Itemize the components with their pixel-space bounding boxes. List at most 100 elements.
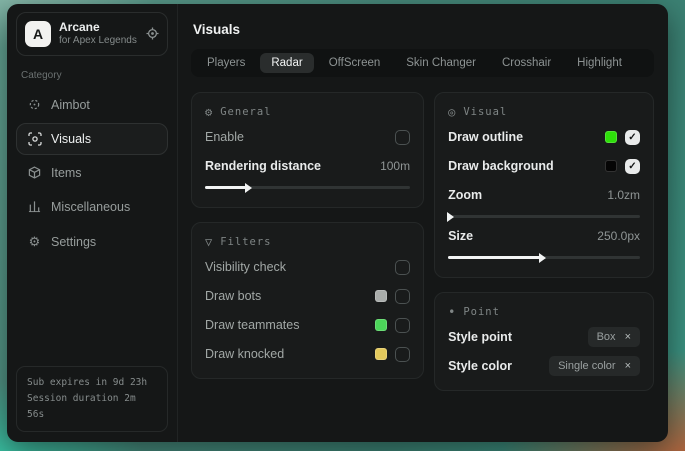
check-icon: ✓ xyxy=(628,161,636,172)
page-title: Visuals xyxy=(193,22,652,37)
draw-teammates-color-swatch[interactable] xyxy=(375,319,387,331)
style-point-value: Box xyxy=(597,331,616,343)
filters-panel-header: ▽ Filters xyxy=(205,235,410,249)
left-column: ⚙ General Enable Rendering distance 100m xyxy=(191,92,424,379)
rendering-distance-slider[interactable] xyxy=(205,186,410,189)
sidebar-nav: Aimbot Visuals Items xyxy=(16,89,168,259)
settings-gear-icon: ⚙ xyxy=(27,234,42,250)
main-content: Visuals Players Radar OffScreen Skin Cha… xyxy=(178,4,668,442)
zoom-value: 1.0zm xyxy=(607,188,640,202)
app-subtitle: for Apex Legends xyxy=(59,35,138,48)
general-panel: ⚙ General Enable Rendering distance 100m xyxy=(191,92,424,208)
visual-panel: ◎ Visual Draw outline ✓ Draw background … xyxy=(434,92,654,278)
draw-bots-checkbox[interactable] xyxy=(395,289,410,304)
size-slider[interactable] xyxy=(448,256,640,259)
tab-highlight[interactable]: Highlight xyxy=(566,53,633,73)
general-panel-header: ⚙ General xyxy=(205,105,410,119)
draw-outline-row: Draw outline ✓ xyxy=(448,125,640,149)
app-logo: A xyxy=(25,21,51,47)
panel-title: Filters xyxy=(220,236,271,248)
draw-outline-checkbox[interactable]: ✓ xyxy=(625,130,640,145)
zoom-slider[interactable] xyxy=(448,215,640,218)
items-cube-icon xyxy=(27,166,42,179)
sidebar-item-items[interactable]: Items xyxy=(16,157,168,189)
style-point-select[interactable]: Box × xyxy=(588,327,640,347)
draw-background-row: Draw background ✓ xyxy=(448,154,640,178)
sidebar-item-visuals[interactable]: Visuals xyxy=(16,123,168,155)
draw-background-label: Draw background xyxy=(448,159,554,173)
style-color-row: Style color Single color × xyxy=(448,354,640,378)
style-point-row: Style point Box × xyxy=(448,325,640,349)
close-icon[interactable]: × xyxy=(625,360,631,372)
draw-outline-label: Draw outline xyxy=(448,130,523,144)
enable-checkbox[interactable] xyxy=(395,130,410,145)
panel-title: Point xyxy=(463,306,500,318)
filters-panel: ▽ Filters Visibility check Draw bots xyxy=(191,222,424,379)
slider-thumb[interactable] xyxy=(539,253,546,263)
zoom-row: Zoom 1.0zm xyxy=(448,183,640,207)
enable-label: Enable xyxy=(205,130,244,144)
brand-text: Arcane for Apex Legends xyxy=(59,20,138,48)
style-color-select[interactable]: Single color × xyxy=(549,356,640,376)
style-point-label: Style point xyxy=(448,330,512,344)
sidebar-item-label: Aimbot xyxy=(51,98,90,112)
sidebar-item-label: Miscellaneous xyxy=(51,200,130,214)
sidebar-item-label: Settings xyxy=(51,235,96,249)
category-label: Category xyxy=(21,70,163,81)
point-panel-header: • Point xyxy=(448,305,640,319)
slider-thumb[interactable] xyxy=(245,183,252,193)
draw-knocked-checkbox[interactable] xyxy=(395,347,410,362)
sidebar: A Arcane for Apex Legends Category Aimbo… xyxy=(7,4,178,442)
visual-panel-header: ◎ Visual xyxy=(448,105,640,119)
draw-knocked-color-swatch[interactable] xyxy=(375,348,387,360)
check-icon: ✓ xyxy=(628,132,636,143)
draw-teammates-label: Draw teammates xyxy=(205,318,299,332)
eye-icon: ◎ xyxy=(448,105,456,119)
tab-radar[interactable]: Radar xyxy=(260,53,313,73)
draw-bots-color-swatch[interactable] xyxy=(375,290,387,302)
sidebar-item-label: Items xyxy=(51,166,82,180)
draw-outline-color-swatch[interactable] xyxy=(605,131,617,143)
funnel-icon: ▽ xyxy=(205,235,213,249)
tab-crosshair[interactable]: Crosshair xyxy=(491,53,562,73)
tab-skin-changer[interactable]: Skin Changer xyxy=(395,53,487,73)
sidebar-item-settings[interactable]: ⚙ Settings xyxy=(16,225,168,259)
rendering-distance-label: Rendering distance xyxy=(205,159,321,173)
sidebar-item-aimbot[interactable]: Aimbot xyxy=(16,89,168,121)
enable-row: Enable xyxy=(205,125,410,149)
sidebar-item-label: Visuals xyxy=(51,132,91,146)
misc-columns-icon xyxy=(27,200,42,213)
draw-teammates-checkbox[interactable] xyxy=(395,318,410,333)
zoom-label: Zoom xyxy=(448,188,482,202)
style-color-value: Single color xyxy=(558,360,615,372)
draw-bots-row: Draw bots xyxy=(205,284,410,308)
panel-title: General xyxy=(220,106,271,118)
size-value: 250.0px xyxy=(597,229,640,243)
visuals-scan-icon xyxy=(27,132,42,146)
aimbot-crosshair-icon xyxy=(27,98,42,111)
draw-knocked-label: Draw knocked xyxy=(205,347,284,361)
tab-offscreen[interactable]: OffScreen xyxy=(318,53,392,73)
size-label: Size xyxy=(448,229,473,243)
close-icon[interactable]: × xyxy=(625,331,631,343)
crosshair-icon[interactable] xyxy=(146,27,159,40)
app-window: A Arcane for Apex Legends Category Aimbo… xyxy=(7,4,668,442)
size-row: Size 250.0px xyxy=(448,224,640,248)
point-panel: • Point Style point Box × Style color xyxy=(434,292,654,391)
panel-title: Visual xyxy=(463,106,507,118)
draw-background-color-swatch[interactable] xyxy=(605,160,617,172)
app-name: Arcane xyxy=(59,20,138,35)
draw-background-checkbox[interactable]: ✓ xyxy=(625,159,640,174)
tab-players[interactable]: Players xyxy=(196,53,256,73)
dot-icon: • xyxy=(448,305,456,319)
session-duration-text: Session duration 2m 56s xyxy=(27,391,157,423)
panels-area: ⚙ General Enable Rendering distance 100m xyxy=(191,92,654,391)
draw-bots-label: Draw bots xyxy=(205,289,261,303)
brand-card: A Arcane for Apex Legends xyxy=(16,12,168,56)
visibility-check-label: Visibility check xyxy=(205,260,286,274)
rendering-distance-value: 100m xyxy=(380,159,410,173)
sidebar-item-miscellaneous[interactable]: Miscellaneous xyxy=(16,191,168,223)
slider-thumb[interactable] xyxy=(447,212,454,222)
visibility-check-checkbox[interactable] xyxy=(395,260,410,275)
draw-knocked-row: Draw knocked xyxy=(205,342,410,366)
